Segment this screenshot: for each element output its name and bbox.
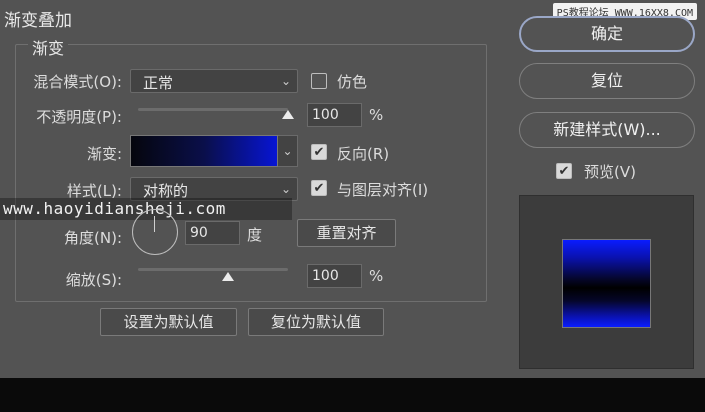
blend-mode-select[interactable]: 正常 ⌄ (130, 69, 298, 93)
new-style-button[interactable]: 新建样式(W)... (519, 112, 695, 148)
set-default-button[interactable]: 设置为默认值 (100, 308, 237, 336)
dialog-title: 渐变叠加 (4, 11, 72, 31)
scale-slider-track[interactable] (138, 268, 288, 271)
group-title: 渐变 (28, 35, 69, 59)
scale-slider-thumb[interactable] (222, 272, 234, 281)
angle-dial[interactable] (132, 209, 178, 255)
scale-input[interactable]: 100 (307, 264, 362, 288)
preview-label: 预览(V) (584, 163, 636, 181)
bottom-black-bar (0, 378, 705, 412)
angle-unit: 度 (247, 226, 263, 244)
reset-default-button[interactable]: 复位为默认值 (248, 308, 384, 336)
reverse-label: 反向(R) (337, 145, 390, 163)
angle-label: 角度(N): (64, 229, 122, 247)
gradient-preview-bar[interactable] (130, 135, 278, 167)
angle-dial-needle (154, 216, 155, 232)
scale-label: 缩放(S): (65, 271, 122, 289)
blend-mode-label: 混合模式(O): (33, 73, 122, 91)
align-layer-label: 与图层对齐(I) (337, 181, 429, 199)
opacity-label: 不透明度(P): (36, 108, 122, 126)
gradient-picker-chevron-icon[interactable]: ⌄ (278, 135, 298, 167)
ok-button[interactable]: 确定 (519, 16, 695, 52)
angle-input[interactable]: 90 (185, 221, 240, 245)
preview-swatch (562, 239, 651, 328)
gradient-label: 渐变: (86, 145, 122, 163)
opacity-slider-track[interactable] (138, 108, 288, 111)
align-layer-checkbox[interactable]: ✔ (311, 180, 327, 196)
blend-mode-value: 正常 (143, 74, 174, 92)
opacity-unit: % (369, 106, 384, 124)
reset-align-button[interactable]: 重置对齐 (297, 219, 396, 247)
opacity-slider-thumb[interactable] (282, 110, 294, 119)
scale-unit: % (369, 267, 384, 285)
reset-button[interactable]: 复位 (519, 63, 695, 99)
chevron-down-icon: ⌄ (280, 182, 291, 196)
dither-label: 仿色 (337, 73, 368, 91)
opacity-input[interactable]: 100 (307, 103, 362, 127)
chevron-down-icon: ⌄ (280, 74, 291, 88)
preview-checkbox[interactable]: ✔ (556, 163, 572, 179)
reverse-checkbox[interactable]: ✔ (311, 144, 327, 160)
dither-checkbox[interactable] (311, 73, 327, 89)
